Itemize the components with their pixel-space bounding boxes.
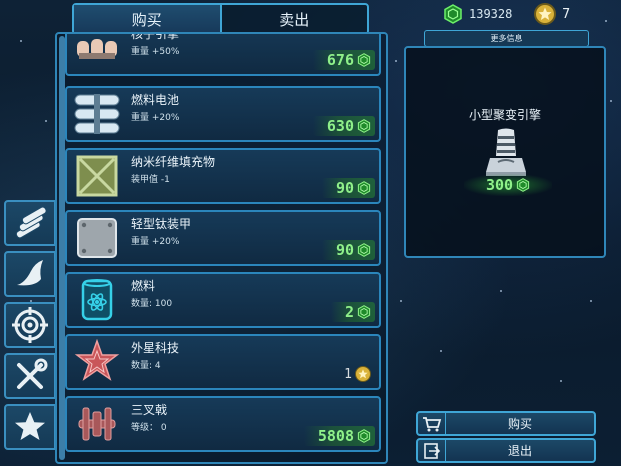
item-stat: 等级： 0 (131, 423, 167, 433)
item-name: 外星科技 (131, 341, 180, 355)
star-coin-icon (355, 366, 371, 382)
item-list[interactable]: 核子引擎 重量 +50% 676 燃料电池 重量 +20% 630 纳米纤维填充… (55, 32, 388, 464)
list-item-nanofiber-filler[interactable]: 纳米纤维填充物 装甲值 -1 90 (65, 148, 381, 204)
item-name: 纳米纤维填充物 (131, 155, 216, 169)
item-name: 燃料电池 (131, 93, 180, 107)
credit-cube-icon (357, 305, 371, 319)
fusion-engine-icon (486, 128, 526, 176)
list-item-fuel[interactable]: 燃料 数量: 100 2 (65, 272, 381, 328)
category-equipment[interactable] (4, 353, 56, 399)
credits-display: 139328 (443, 3, 512, 25)
item-price: 90 (321, 240, 375, 260)
tools-icon (17, 358, 48, 389)
wing-icon (17, 260, 43, 286)
info-item-name: 小型聚变引擎 (468, 108, 541, 122)
crosshair-icon (12, 307, 48, 343)
buy-button-label: 购买 (507, 417, 532, 431)
item-price: 2 (330, 302, 375, 322)
titanium-plate-icon (69, 214, 125, 262)
item-stat: 数量: 4 (131, 361, 161, 371)
item-name: 核子引擎 (131, 32, 180, 41)
item-info-panel: 小型聚变引擎 300 (404, 46, 606, 258)
star-coin-icon (534, 3, 556, 25)
list-item-alien-tech[interactable]: 外星科技 数量: 4 1 (65, 334, 381, 390)
item-stat: 重量 +20% (131, 113, 180, 123)
tab-sell[interactable]: 卖出 (222, 5, 368, 33)
credit-cube-icon (357, 181, 371, 195)
item-stat: 重量 +50% (131, 47, 180, 57)
alien-tech-icon (69, 338, 125, 386)
list-item-light-titanium-armor[interactable]: 轻型钛装甲 重量 +20% 90 (65, 210, 381, 266)
cylinders-icon (15, 206, 47, 239)
item-name: 轻型钛装甲 (131, 217, 192, 231)
more-info-tab[interactable]: 更多信息 (424, 30, 589, 47)
fuel-cells-icon (69, 90, 125, 138)
tab-buy[interactable]: 购买 (74, 5, 222, 33)
buy-button[interactable]: 购买 (416, 411, 596, 436)
credit-cube-icon (357, 429, 371, 443)
list-item-fuel-cells[interactable]: 燃料电池 重量 +20% 630 (65, 86, 381, 142)
item-price: 5808 (303, 426, 375, 446)
exit-button[interactable]: 退出 (416, 438, 596, 463)
item-price: 676 (312, 50, 375, 70)
item-name: 燃料 (131, 279, 156, 293)
fuel-canister-icon (69, 276, 125, 324)
nanofiber-crate-icon (69, 152, 125, 200)
credits-value: 139328 (469, 7, 513, 21)
item-stat: 装甲值 -1 (131, 175, 170, 185)
cart-icon (418, 413, 446, 434)
category-materials[interactable] (4, 200, 56, 246)
credit-cube-icon (516, 178, 530, 192)
category-weapons[interactable] (4, 302, 56, 348)
item-stat: 数量: 100 (131, 299, 173, 309)
exit-button-label: 退出 (507, 444, 532, 458)
stars-display: 7 (534, 3, 570, 25)
stars-value: 7 (562, 6, 571, 22)
trident-ship-icon (69, 400, 125, 448)
list-item-nuclear-engine[interactable]: 核子引擎 重量 +50% 676 (65, 32, 381, 76)
engine-icon (69, 34, 125, 72)
exit-icon (418, 440, 446, 461)
list-item-trident[interactable]: 三叉戟 等级： 0 5808 (65, 396, 381, 452)
item-name: 三叉戟 (131, 403, 168, 417)
item-price: 630 (312, 116, 375, 136)
item-price: 90 (321, 178, 375, 198)
credit-cube-icon (357, 53, 371, 67)
credit-cube-icon (444, 4, 462, 24)
buy-sell-tabs: 购买 卖出 (72, 3, 369, 35)
info-price: 300 (464, 174, 552, 196)
credit-cube-icon (357, 243, 371, 257)
item-price: 1 (330, 364, 375, 384)
star-icon (15, 412, 45, 440)
category-special[interactable] (4, 404, 56, 450)
category-hulls[interactable] (4, 251, 56, 297)
credit-cube-icon (357, 119, 371, 133)
item-stat: 重量 +20% (131, 237, 180, 247)
